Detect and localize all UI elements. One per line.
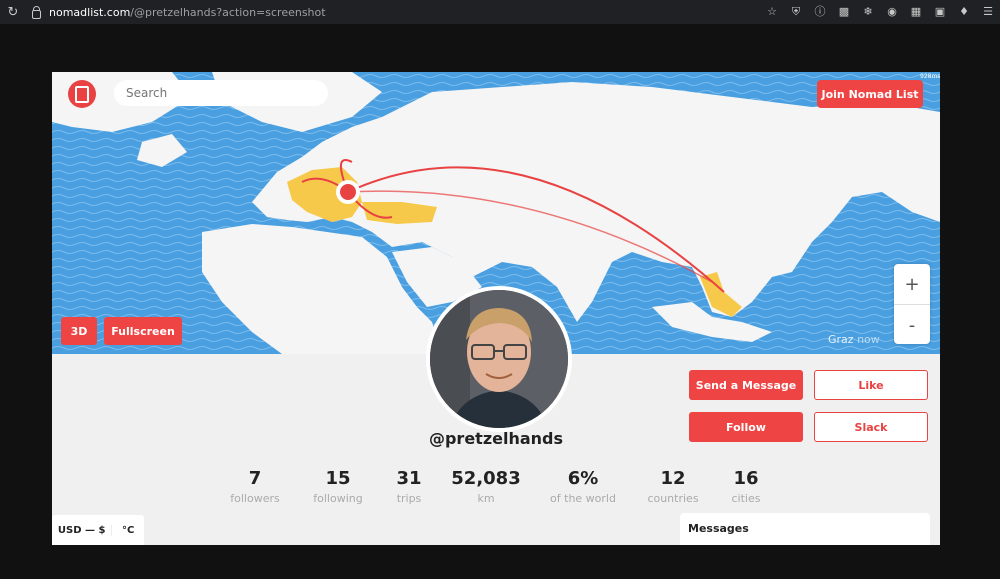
search-input[interactable] [114, 80, 328, 106]
current-location: Graz now [828, 333, 880, 346]
stat-followers[interactable]: 7 followers [210, 468, 300, 505]
render-time: 928ms [920, 73, 940, 80]
like-button[interactable]: Like [814, 370, 928, 400]
lock-icon[interactable] [32, 5, 41, 19]
url-path: /@pretzelhands?action=screenshot [130, 5, 326, 19]
counter-extension-icon[interactable]: ▩ [836, 4, 852, 20]
reload-icon[interactable]: ↻ [2, 5, 24, 20]
stat-label: followers [230, 492, 280, 505]
stat-value: 52,083 [451, 468, 521, 489]
stat-km: 52,083 km [441, 468, 531, 505]
send-message-button[interactable]: Send a Message [689, 370, 803, 400]
profile-page: Join Nomad List 928ms + - 3D Fullscreen … [52, 72, 940, 545]
puzzle-extensions-icon[interactable]: ♦ [956, 4, 972, 20]
stat-label: of the world [550, 492, 616, 505]
username: @pretzelhands [428, 429, 564, 448]
pocket-extension-icon[interactable]: ◉ [884, 4, 900, 20]
3d-button[interactable]: 3D [61, 317, 97, 345]
address-bar[interactable]: nomadlist.com/@pretzelhands?action=scree… [49, 6, 326, 19]
door-icon [75, 85, 89, 103]
stat-value: 6% [567, 468, 599, 489]
shield-extension-icon[interactable]: ⛨ [788, 4, 804, 20]
zoom-controls: + - [894, 264, 930, 344]
temperature-unit-toggle[interactable]: °C [112, 525, 144, 536]
stat-label: km [477, 492, 495, 505]
stat-label: cities [731, 492, 761, 505]
avatar[interactable] [426, 286, 572, 432]
stat-world-percent: 6% of the world [538, 468, 628, 505]
fullscreen-button[interactable]: Fullscreen [104, 317, 182, 345]
cookie-extension-icon[interactable]: ❄ [860, 4, 876, 20]
stat-value: 7 [248, 468, 262, 489]
slack-button[interactable]: Slack [814, 412, 928, 442]
nomad-list-logo[interactable] [68, 80, 96, 108]
profile-photo [430, 290, 568, 428]
window-extension-icon[interactable]: ▣ [932, 4, 948, 20]
stat-value: 16 [733, 468, 759, 489]
current-city: Graz [828, 333, 854, 346]
zoom-in-button[interactable]: + [894, 264, 930, 305]
bookmark-star-icon[interactable]: ☆ [764, 4, 780, 20]
current-suffix: now [857, 333, 880, 346]
join-nomad-list-button[interactable]: Join Nomad List [817, 80, 923, 108]
stat-cities[interactable]: 16 cities [701, 468, 791, 505]
info-extension-icon[interactable]: ⓘ [812, 4, 828, 20]
follow-button[interactable]: Follow [689, 412, 803, 442]
messages-panel[interactable]: Messages [680, 513, 930, 545]
url-host: nomadlist.com [49, 5, 131, 19]
currency-select[interactable]: USD — $ [52, 524, 113, 536]
reading-list-icon[interactable]: ☰ [980, 4, 996, 20]
unit-switcher: USD — $ °C [52, 515, 144, 545]
zoom-out-button[interactable]: - [894, 305, 930, 345]
browser-toolbar: ↻ nomadlist.com/@pretzelhands?action=scr… [0, 0, 1000, 24]
grid-extension-icon[interactable]: ▦ [908, 4, 924, 20]
